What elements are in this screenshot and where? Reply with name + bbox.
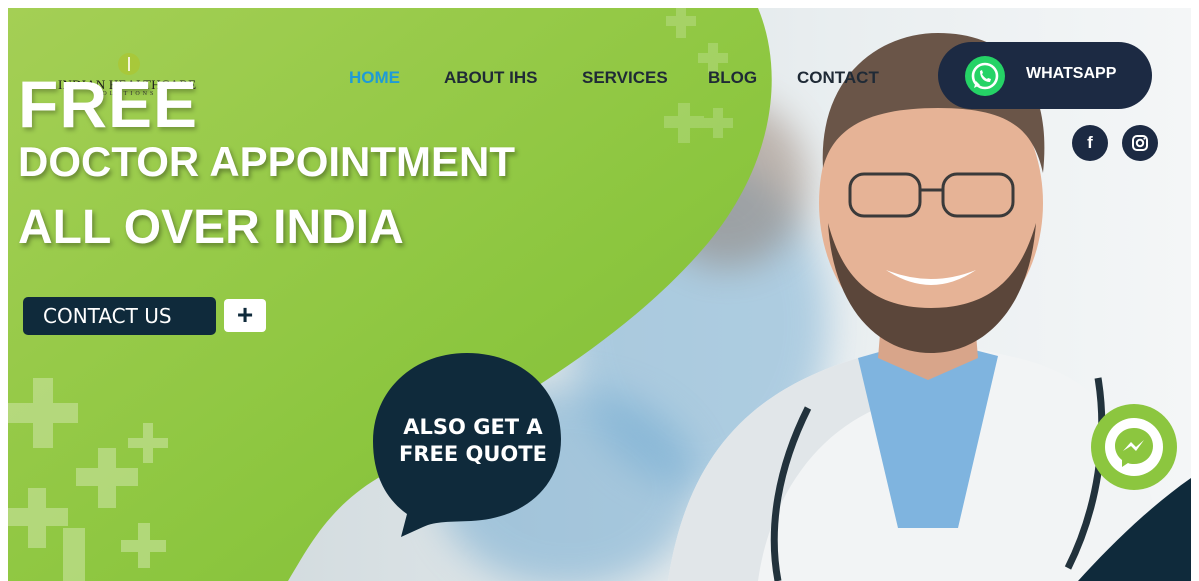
nav-item-home[interactable]: HOME [349,68,400,88]
nav-item-services[interactable]: SERVICES [582,68,668,88]
hero-line-free: FREE [18,67,199,141]
free-quote-text[interactable]: ALSO GET A FREE QUOTE [388,414,558,468]
messenger-icon [1105,418,1163,476]
free-quote-line-2: FREE QUOTE [399,442,547,466]
hero-line-all-over-india: ALL OVER INDIA [18,201,404,254]
whatsapp-button[interactable]: WHATSAPP [938,42,1152,109]
nav-item-blog[interactable]: BLOG [708,68,757,88]
facebook-icon[interactable]: f [1072,125,1108,161]
contact-us-plus-button[interactable]: + [224,299,266,332]
instagram-icon[interactable] [1122,125,1158,161]
corner-accent [1078,478,1191,581]
hero-section: INDIAN HEALTHCARE SOLUTIONS FREE DOCTOR … [8,8,1191,581]
nav-item-contact[interactable]: CONTACT [797,68,879,88]
hero-line-doctor-appointment: DOCTOR APPOINTMENT [18,138,516,185]
whatsapp-icon [965,56,1005,96]
whatsapp-label: WHATSAPP [1026,65,1117,82]
free-quote-line-1: ALSO GET A [403,415,543,439]
contact-us-button[interactable]: CONTACT US [23,297,216,335]
nav-item-about[interactable]: ABOUT IHS [444,68,538,88]
